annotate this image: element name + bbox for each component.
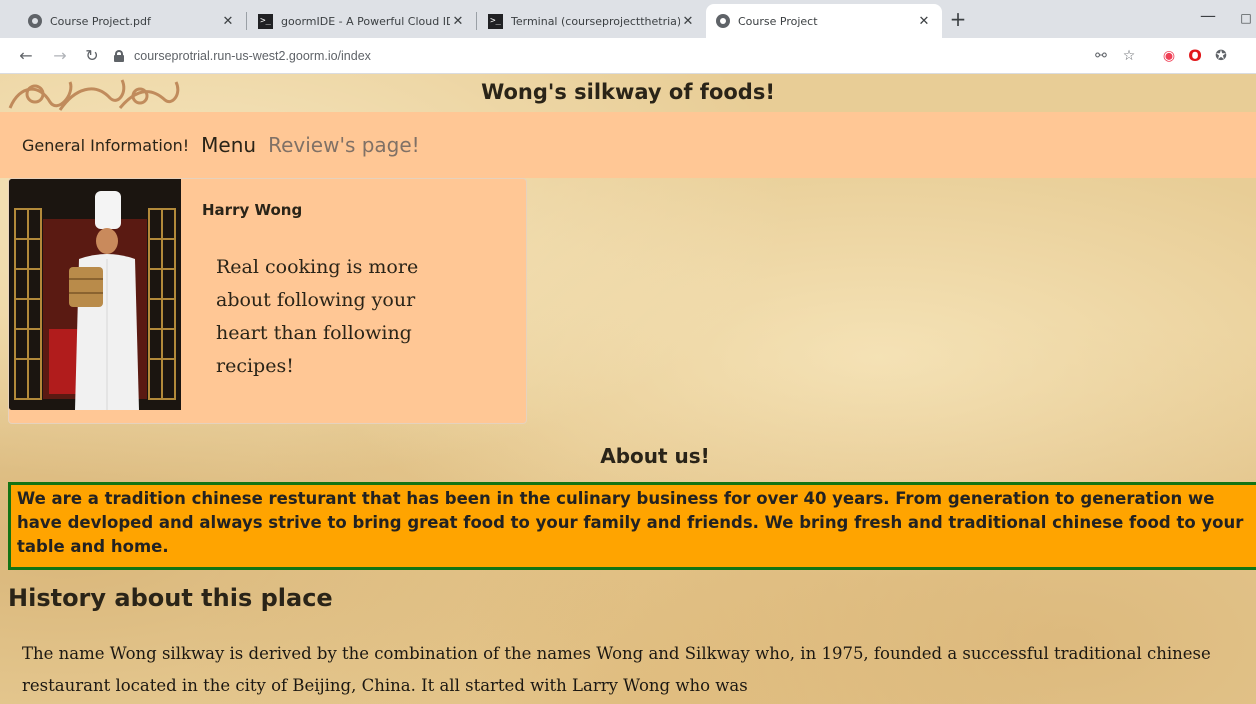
lock-icon [114, 50, 124, 62]
history-paragraph: The name Wong silkway is derived by the … [22, 644, 1211, 695]
new-tab-button[interactable]: + [946, 8, 970, 32]
minimize-icon[interactable]: — [1196, 6, 1220, 30]
forward-arrow-icon[interactable]: → [48, 44, 72, 68]
nav-link-general-information[interactable]: General Information! [22, 136, 189, 155]
site-navbar: General Information! Menu Review's page! [0, 112, 1256, 178]
url-text: courseprotrial.run-us-west2.goorm.io/ind… [134, 49, 371, 63]
nav-link-reviews[interactable]: Review's page! [268, 133, 420, 157]
nav-link-menu[interactable]: Menu [201, 133, 256, 157]
close-icon[interactable]: ✕ [916, 14, 932, 29]
close-icon[interactable]: ✕ [680, 14, 696, 29]
close-icon[interactable]: ✕ [220, 14, 236, 29]
back-arrow-icon[interactable]: ← [14, 44, 38, 68]
chef-photo [9, 179, 181, 410]
close-icon[interactable]: ✕ [450, 14, 466, 29]
terminal-icon: >_ [488, 13, 503, 29]
tab-title: Terminal (courseprojectthetria) - goormI… [511, 14, 680, 28]
tab-divider [246, 12, 247, 30]
browser-tab[interactable]: Course Project.pdf ✕ [18, 4, 246, 38]
chef-quote: Real cooking is more about following you… [216, 256, 419, 377]
reload-icon[interactable]: ↻ [80, 44, 104, 68]
chef-card: Harry Wong Real cooking is more about fo… [8, 178, 527, 424]
browser-tab-strip: Course Project.pdf ✕ >_ goormIDE - A Pow… [0, 0, 1256, 38]
globe-icon [716, 14, 730, 28]
chef-name: Harry Wong [202, 201, 303, 219]
tab-title: Course Project [738, 14, 818, 28]
globe-icon [28, 14, 42, 28]
browser-tab[interactable]: >_ goormIDE - A Powerful Cloud IDE ✕ [248, 4, 476, 38]
pocket-extension-icon[interactable]: ◉ [1158, 44, 1180, 68]
history-heading: History about this place [8, 584, 333, 612]
address-bar[interactable]: courseprotrial.run-us-west2.goorm.io/ind… [114, 43, 1074, 69]
opera-extension-icon[interactable]: O [1184, 44, 1206, 68]
tab-title: Course Project.pdf [50, 14, 151, 28]
web-page: Wong's silkway of foods! General Informa… [0, 74, 1256, 704]
tab-title: goormIDE - A Powerful Cloud IDE [281, 14, 450, 28]
tab-divider [476, 12, 477, 30]
browser-tab-active[interactable]: Course Project ✕ [706, 4, 942, 38]
about-text-box: We are a tradition chinese resturant tha… [8, 482, 1256, 570]
key-icon[interactable]: ⚯ [1090, 44, 1112, 68]
about-heading: About us! [600, 444, 710, 468]
browser-toolbar: ← → ↻ courseprotrial.run-us-west2.goorm.… [0, 38, 1256, 74]
terminal-icon: >_ [258, 13, 273, 29]
browser-tab[interactable]: >_ Terminal (courseprojectthetria) - goo… [478, 4, 706, 38]
site-title: Wong's silkway of foods! [481, 80, 775, 104]
maximize-icon[interactable]: □ [1236, 6, 1256, 30]
bookmark-star-icon[interactable]: ☆ [1118, 44, 1140, 68]
extensions-puzzle-icon[interactable]: ✪ [1210, 44, 1232, 68]
